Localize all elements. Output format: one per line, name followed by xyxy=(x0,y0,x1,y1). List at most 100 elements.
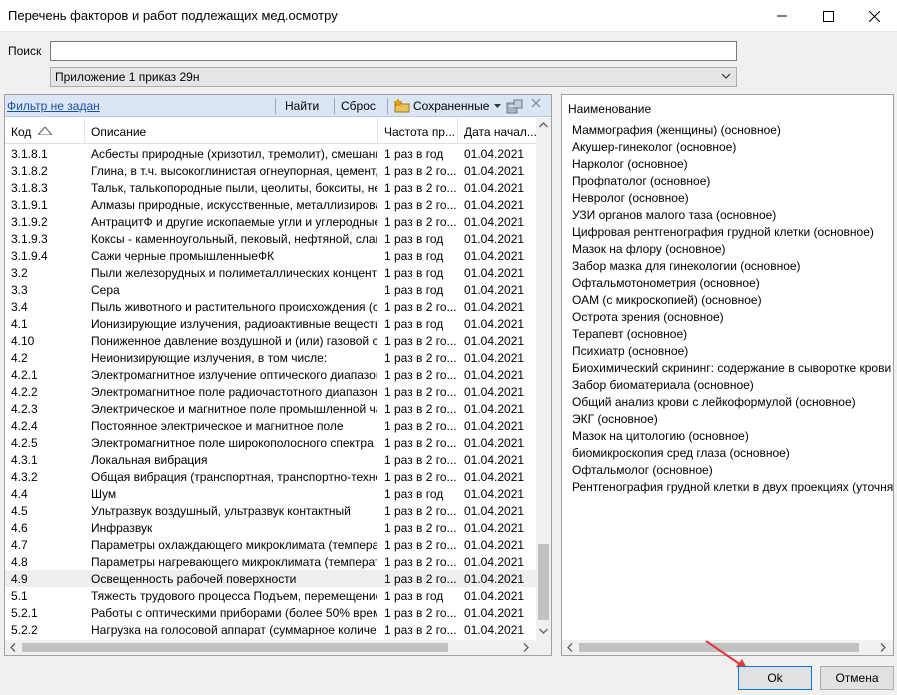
column-header-date[interactable]: Дата начал... xyxy=(458,118,536,144)
cell-date: 01.04.2021 xyxy=(464,232,525,246)
list-item[interactable]: ОАМ (с микроскопией) (основное) xyxy=(572,292,893,309)
table-row[interactable]: 4.2 Неионизирующие излучения, в том числе… xyxy=(5,349,536,366)
table-row[interactable]: 3.1.8.1 Асбесты природные (хризотил, трем… xyxy=(5,145,536,162)
list-item[interactable]: Мазок на цитологию (основное) xyxy=(572,428,893,445)
list-item[interactable]: Офтальмотонометрия (основное) xyxy=(572,275,893,292)
table-row[interactable]: 4.2.4 Постоянное электрическое и магнитно… xyxy=(5,417,536,434)
filter-link[interactable]: Фильтр не задан xyxy=(7,99,100,113)
table-row[interactable]: 3.1.9.4 Сажи черные промышленныеФК 1 раз в… xyxy=(5,247,536,264)
column-header-description[interactable]: Описание xyxy=(85,118,378,144)
column-header-frequency[interactable]: Частота пр... xyxy=(378,118,458,144)
table-row[interactable]: 4.8 Параметры нагревающего микроклимата (… xyxy=(5,553,536,570)
list-item[interactable]: Забор биоматериала (основное) xyxy=(572,377,893,394)
folder-saved-icon[interactable] xyxy=(394,98,410,113)
table-row[interactable]: 3.4 Пыль животного и растительного происх… xyxy=(5,298,536,315)
cell-date: 01.04.2021 xyxy=(464,266,525,280)
list-item[interactable]: ЭКГ (основное) xyxy=(572,411,893,428)
cell-frequency: 1 раз в 2 го... xyxy=(384,198,457,212)
cell-frequency: 1 раз в 2 го... xyxy=(384,368,457,382)
cancel-button[interactable]: Отмена xyxy=(820,666,894,690)
list-item[interactable]: Цифровая рентгенография грудной клетки (… xyxy=(572,224,893,241)
cell-code: 4.3.2 xyxy=(11,470,38,484)
document-select[interactable]: Приложение 1 приказ 29н xyxy=(50,67,737,87)
table-row[interactable]: 3.1.9.2 АнтрацитФ и другие ископаемые угл… xyxy=(5,213,536,230)
list-item[interactable]: Общий анализ крови с лейкоформулой (осно… xyxy=(572,394,893,411)
table-row[interactable]: 4.1 Ионизирующие излучения, радиоактивные… xyxy=(5,315,536,332)
minimize-button[interactable] xyxy=(759,0,805,32)
close-button[interactable] xyxy=(851,0,897,32)
table-row[interactable]: 4.2.5 Электромагнитное поле широкополосно… xyxy=(5,434,536,451)
saved-filters-button[interactable]: Сохраненные xyxy=(413,99,489,113)
cell-frequency: 1 раз в год xyxy=(384,283,444,297)
maximize-button[interactable] xyxy=(805,0,851,32)
separator xyxy=(334,98,335,114)
ok-button[interactable]: Ok xyxy=(738,666,812,690)
list-item[interactable]: УЗИ органов малого таза (основное) xyxy=(572,207,893,224)
cell-description: Параметры охлаждающего микроклимата (тем… xyxy=(91,538,377,552)
cell-code: 4.8 xyxy=(11,555,28,569)
cell-frequency: 1 раз в 2 го... xyxy=(384,504,457,518)
list-item[interactable]: Острота зрения (основное) xyxy=(572,309,893,326)
scroll-down-icon[interactable] xyxy=(539,628,548,634)
table-row[interactable]: 4.2.1 Электромагнитное излучение оптическ… xyxy=(5,366,536,383)
filter-close-icon[interactable] xyxy=(531,98,541,108)
table-row[interactable]: 5.1 Тяжесть трудового процесса Подъем, пе… xyxy=(5,587,536,604)
list-item[interactable]: Невролог (основное) xyxy=(572,190,893,207)
table-row[interactable]: 4.4 Шум 1 раз в год 01.04.2021 xyxy=(5,485,536,502)
cell-date: 01.04.2021 xyxy=(464,538,525,552)
chevron-down-icon[interactable] xyxy=(494,104,501,108)
scrollbar-thumb[interactable] xyxy=(538,544,549,620)
table-row[interactable]: 3.2 Пыли железорудных и полиметаллических… xyxy=(5,264,536,281)
table-row[interactable]: 4.6 Инфразвук 1 раз в 2 го... 01.04.2021 xyxy=(5,519,536,536)
cell-frequency: 1 раз в 2 го... xyxy=(384,351,457,365)
toolbar-settings-icon[interactable] xyxy=(506,98,524,114)
table-row[interactable]: 4.3.1 Локальная вибрация 1 раз в 2 го... 01… xyxy=(5,451,536,468)
table-row[interactable]: 4.9 Освещенность рабочей поверхности 1 раз… xyxy=(5,570,536,587)
cell-frequency: 1 раз в год xyxy=(384,266,444,280)
list-item[interactable]: Профпатолог (основное) xyxy=(572,173,893,190)
list-item[interactable]: Биохимический скрининг: содержание в сыв… xyxy=(572,360,893,377)
table-row[interactable]: 5.2.1 Работы с оптическими приборами (бол… xyxy=(5,604,536,621)
scroll-right-icon[interactable] xyxy=(880,643,886,652)
table-row[interactable]: 3.1.9.3 Коксы - каменноугольный, пековый,… xyxy=(5,230,536,247)
table-row[interactable]: 4.5 Ультразвук воздушный, ультразвук конт… xyxy=(5,502,536,519)
table-row[interactable]: 3.1.8.3 Тальк, талькопородные пыли, цеоли… xyxy=(5,179,536,196)
find-button[interactable]: Найти xyxy=(285,99,319,113)
scroll-left-icon[interactable] xyxy=(567,643,573,652)
list-item[interactable]: Мазок на флору (основное) xyxy=(572,241,893,258)
list-item[interactable]: Терапевт (основное) xyxy=(572,326,893,343)
filter-bar: Фильтр не задан Найти Сброс Сохраненные xyxy=(5,95,551,117)
table-row[interactable]: 5.2.2 Нагрузка на голосовой аппарат (сумм… xyxy=(5,621,536,638)
scroll-left-icon[interactable] xyxy=(10,643,16,652)
table-row[interactable]: 4.7 Параметры охлаждающего микроклимата (… xyxy=(5,536,536,553)
grid-horizontal-scrollbar[interactable] xyxy=(5,640,536,655)
list-item[interactable]: Рентгенография грудной клетки в двух про… xyxy=(572,479,893,496)
table-row[interactable]: 4.2.3 Электрическое и магнитное поле пром… xyxy=(5,400,536,417)
list-item[interactable]: Акушер-гинеколог (основное) xyxy=(572,139,893,156)
search-input[interactable] xyxy=(50,41,737,61)
grid-vertical-scrollbar[interactable] xyxy=(536,118,551,640)
cell-date: 01.04.2021 xyxy=(464,487,525,501)
list-item[interactable]: Маммография (женщины) (основное) xyxy=(572,122,893,139)
table-row[interactable]: 4.3.2 Общая вибрация (транспортная, транс… xyxy=(5,468,536,485)
cell-frequency: 1 раз в 2 го... xyxy=(384,436,457,450)
cell-description: Асбесты природные (хризотил, тремолит), … xyxy=(91,147,377,161)
scrollbar-thumb[interactable] xyxy=(22,643,448,652)
table-row[interactable]: 4.2.2 Электромагнитное поле радиочастотно… xyxy=(5,383,536,400)
reset-button[interactable]: Сброс xyxy=(341,99,376,113)
cell-description: Пониженное давление воздушной и (или) га… xyxy=(91,334,377,348)
table-row[interactable]: 3.3 Сера 1 раз в год 01.04.2021 xyxy=(5,281,536,298)
cell-date: 01.04.2021 xyxy=(464,385,525,399)
scroll-up-icon[interactable] xyxy=(539,122,548,128)
list-item[interactable]: Офтальмолог (основное) xyxy=(572,462,893,479)
table-row[interactable]: 4.10 Пониженное давление воздушной и (или… xyxy=(5,332,536,349)
scroll-right-icon[interactable] xyxy=(523,643,529,652)
list-item[interactable]: биомикроскопия сред глаза (основное) xyxy=(572,445,893,462)
list-item[interactable]: Психиатр (основное) xyxy=(572,343,893,360)
table-row[interactable]: 3.1.9.1 Алмазы природные, искусственные, … xyxy=(5,196,536,213)
list-item[interactable]: Забор мазка для гинекологии (основное) xyxy=(572,258,893,275)
list-item[interactable]: Нарколог (основное) xyxy=(572,156,893,173)
cell-frequency: 1 раз в год xyxy=(384,487,444,501)
table-row[interactable]: 3.1.8.2 Глина, в т.ч. высокоглинистая огн… xyxy=(5,162,536,179)
cell-description: Нагрузка на голосовой аппарат (суммарное… xyxy=(91,623,377,637)
